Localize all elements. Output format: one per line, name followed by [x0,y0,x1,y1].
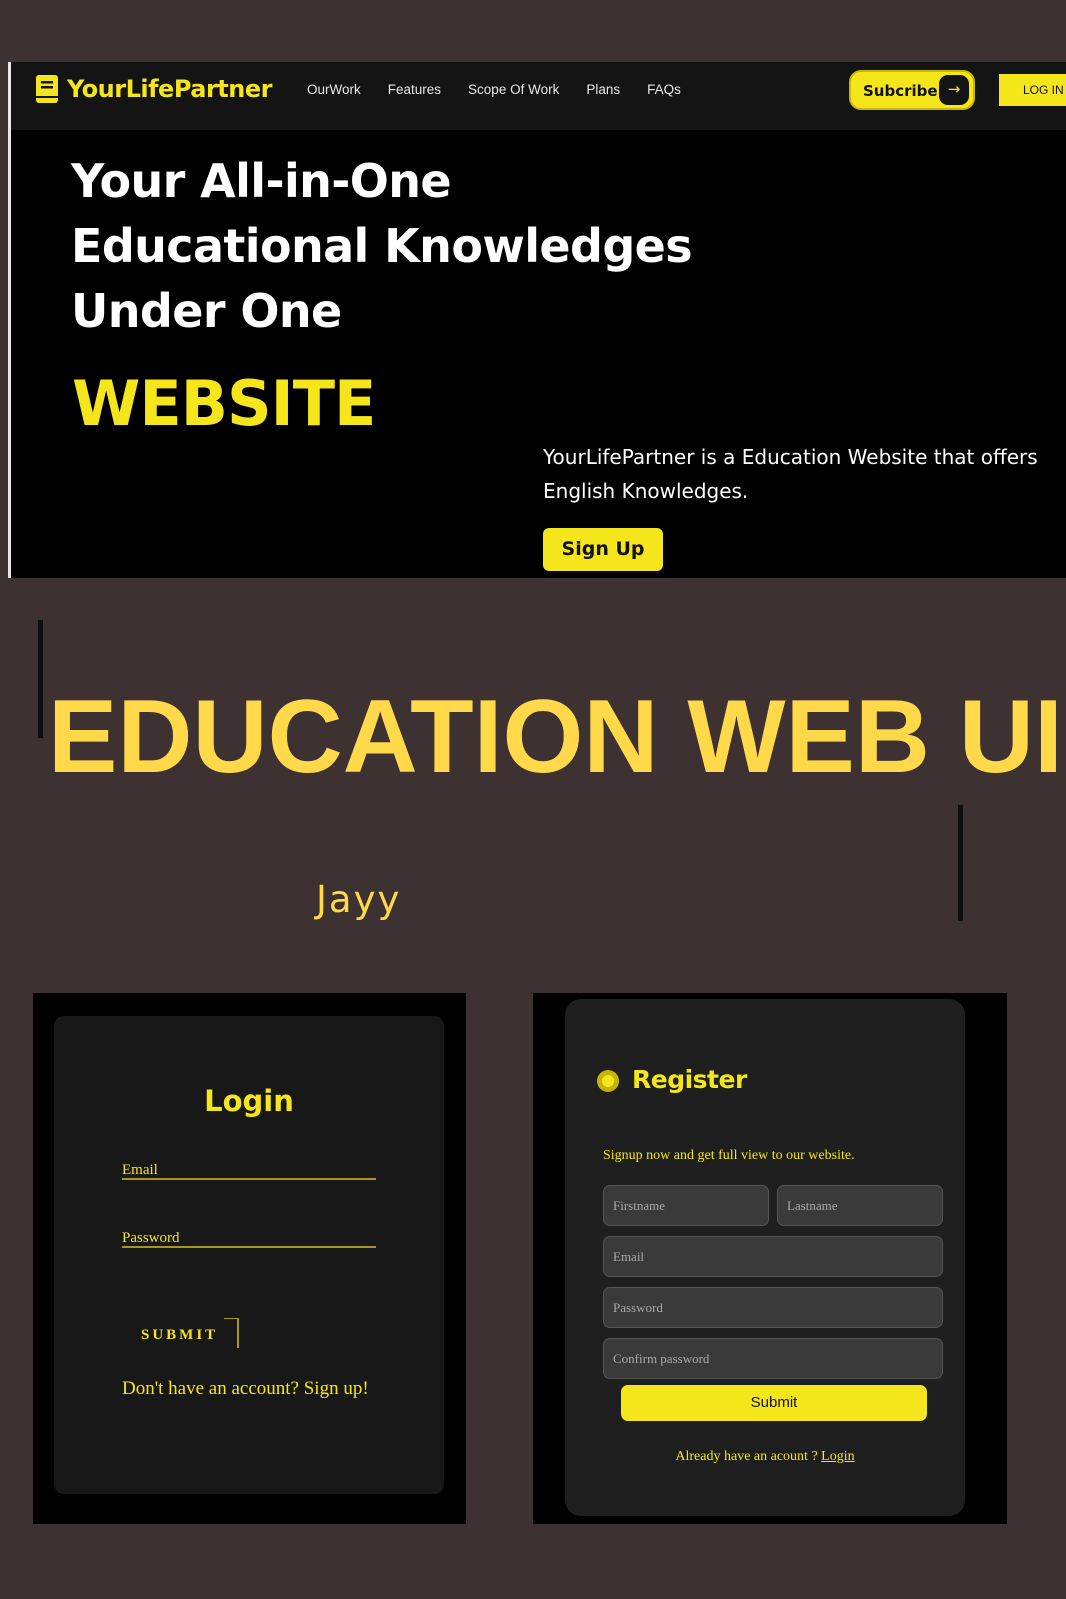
register-submit-button[interactable]: Submit [621,1385,927,1421]
email-input[interactable] [603,1236,943,1277]
firstname-input[interactable] [603,1185,769,1226]
hero-headline-line-1: Your All-in-One [71,154,452,208]
nav-link-ourwork[interactable]: OurWork [307,82,361,97]
hero-panel: YourLifePartner OurWork Features Scope O… [8,62,1066,578]
nav-link-scope-of-work[interactable]: Scope Of Work [468,82,559,97]
brand-logo[interactable]: YourLifePartner [35,74,272,104]
decorative-bar-left [38,620,43,738]
signup-link[interactable]: Don't have an account? Sign up! [122,1378,369,1400]
password-field[interactable]: Password [122,1230,180,1247]
nav-link-plans[interactable]: Plans [586,82,620,97]
arrow-right-icon: → [939,75,969,105]
password-field-underline [122,1246,376,1248]
subscribe-label: Subcribe [863,82,938,100]
nav-link-faqs[interactable]: FAQs [647,82,681,97]
login-title: Login [204,1084,294,1118]
login-card-frame: Login Email Password SUBMIT Don't have a… [33,993,466,1524]
signup-button-label: Sign Up [561,538,645,560]
register-subtitle: Signup now and get full view to our webs… [603,1148,855,1163]
register-card-frame: Register Signup now and get full view to… [533,993,1007,1524]
signup-button[interactable]: Sign Up [543,528,663,571]
confirm-password-input[interactable] [603,1338,943,1379]
login-form: Login Email Password SUBMIT Don't have a… [54,1016,444,1494]
hero-description: YourLifePartner is a Education Website t… [543,445,1038,503]
login-link[interactable]: Login [821,1449,854,1464]
register-title: Register [632,1065,747,1094]
hero-headline-line-3: Under One [71,284,342,338]
showcase-title: EDUCATION WEB UI [48,679,1063,795]
login-button[interactable]: LOG IN [999,74,1066,106]
password-input[interactable] [603,1287,943,1328]
login-submit-button[interactable]: SUBMIT [141,1327,218,1344]
book-icon [36,75,58,103]
status-dot-icon [597,1070,619,1092]
brand-name: YourLifePartner [67,75,272,103]
hero-headline-line-2: Educational Knowledges [71,219,693,273]
email-field-underline [122,1178,376,1180]
hero-headline-accent: WEBSITE [72,367,376,440]
register-footer-text: Already have an acount ? [675,1449,818,1464]
register-form: Register Signup now and get full view to… [565,999,965,1516]
lastname-input[interactable] [777,1185,943,1226]
decorative-bar-right [958,805,963,921]
top-navbar: YourLifePartner OurWork Features Scope O… [11,62,1066,130]
login-button-label: LOG IN [1023,83,1064,97]
author-name: Jayy [316,878,402,921]
register-submit-label: Submit [750,1394,798,1411]
nav-link-features[interactable]: Features [388,82,441,97]
subscribe-button[interactable]: Subcribe → [849,70,975,110]
email-field[interactable]: Email [122,1162,158,1179]
submit-border-right [237,1318,239,1348]
nav-links: OurWork Features Scope Of Work Plans FAQ… [307,82,708,97]
register-footer: Already have an acount ? Login [565,1449,965,1465]
